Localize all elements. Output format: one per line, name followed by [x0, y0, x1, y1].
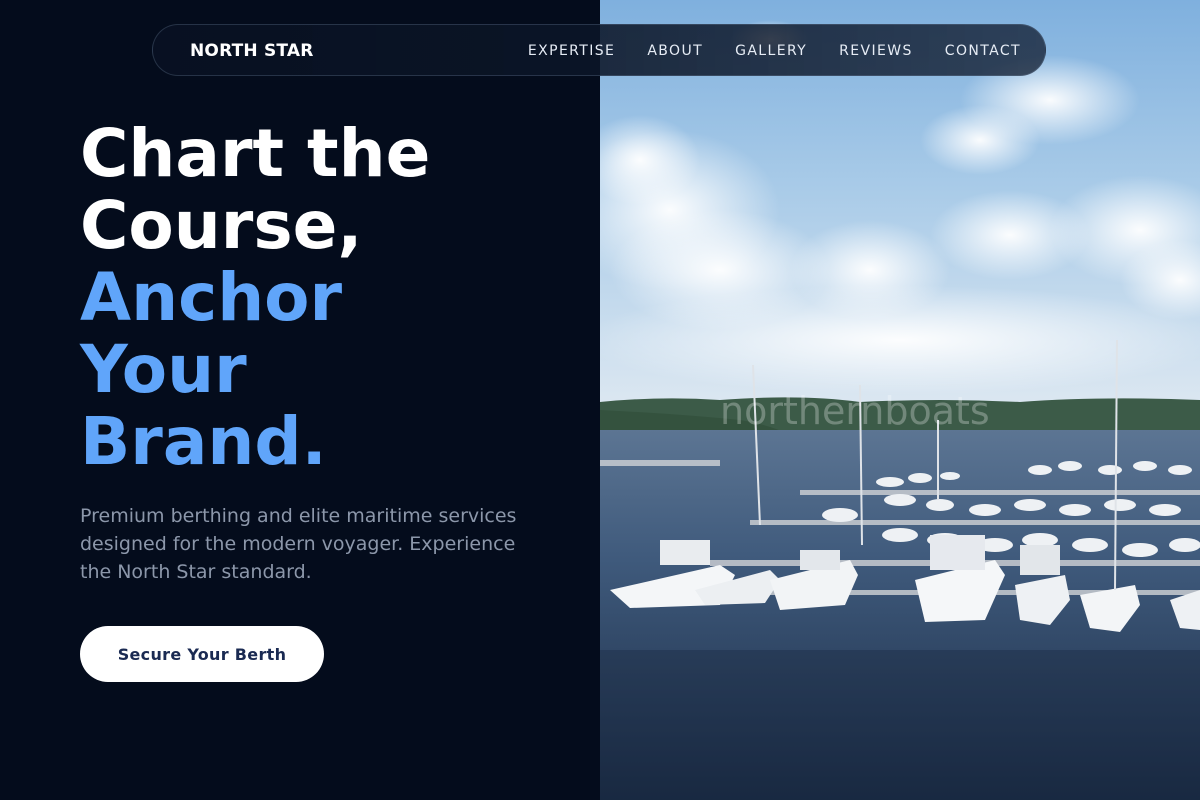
nav-link-reviews[interactable]: REVIEWS [839, 43, 913, 59]
nav-link-contact[interactable]: CONTACT [945, 43, 1021, 59]
hero-subtitle: Premium berthing and elite maritime serv… [80, 505, 517, 583]
photo-watermark: northernboats [720, 389, 990, 433]
nav-link-about[interactable]: ABOUT [647, 43, 703, 59]
nav-link-gallery[interactable]: GALLERY [735, 43, 807, 59]
top-navbar: NORTH STAR EXPERTISE ABOUT GALLERY REVIE… [152, 24, 1046, 76]
brand-logo[interactable]: NORTH STAR [190, 25, 314, 77]
hero-heading-line: Course, [80, 187, 363, 264]
hero-heading-accent-line: Anchor [80, 259, 343, 336]
hero-heading-accent-line: Your [80, 331, 247, 408]
hero-marina-photo: northernboats [600, 0, 1200, 800]
landing-page: northernboats NORTH STAR EXPERTISE ABOUT… [0, 0, 1200, 800]
secure-berth-button[interactable]: Secure Your Berth [80, 626, 324, 682]
nav-links: EXPERTISE ABOUT GALLERY REVIEWS CONTACT [528, 25, 1021, 77]
nav-link-expertise[interactable]: EXPERTISE [528, 43, 615, 59]
hero-heading-line: Chart the [80, 115, 431, 192]
hero-heading-accent-line: Brand. [80, 403, 327, 480]
marina-illustration: northernboats [600, 0, 1200, 800]
hero-heading: Chart the Course, Anchor Your Brand. [80, 118, 580, 478]
